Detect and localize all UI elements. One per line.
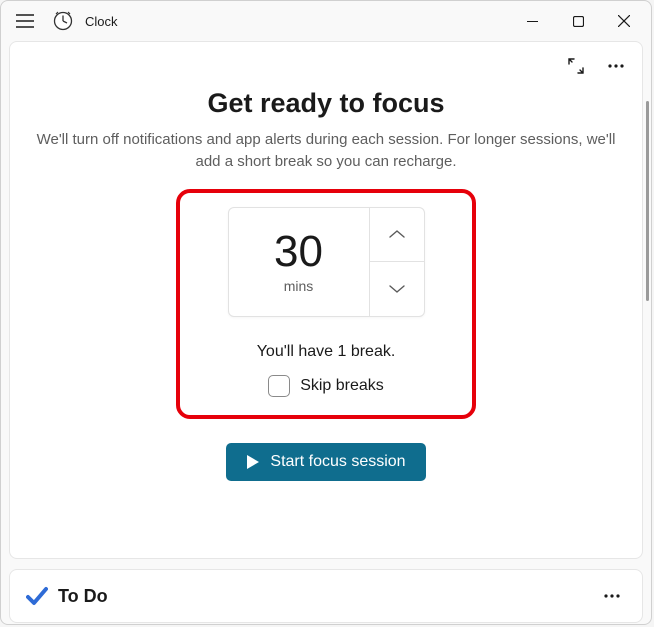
start-focus-session-button[interactable]: Start focus session xyxy=(226,443,425,481)
app-window: Clock xyxy=(0,0,652,625)
duration-highlight-box: 30 mins xyxy=(176,189,476,419)
more-horizontal-icon xyxy=(608,64,624,68)
hamburger-icon xyxy=(16,14,34,28)
focus-description: We'll turn off notifications and app ale… xyxy=(36,129,616,173)
skip-breaks-label: Skip breaks xyxy=(300,377,384,395)
app-title: Clock xyxy=(85,14,118,29)
todo-check-icon xyxy=(26,585,48,607)
todo-more-options-button[interactable] xyxy=(598,582,626,610)
todo-title: To Do xyxy=(58,586,588,607)
scrollbar-thumb[interactable] xyxy=(646,101,649,301)
minimize-icon xyxy=(527,16,538,27)
focus-heading: Get ready to focus xyxy=(207,88,444,119)
more-options-button[interactable] xyxy=(602,52,630,80)
start-button-label: Start focus session xyxy=(270,453,405,471)
duration-stepper: 30 mins xyxy=(228,207,425,317)
clock-app-icon xyxy=(53,11,73,31)
expand-button[interactable] xyxy=(562,52,590,80)
chevron-up-icon xyxy=(388,229,406,239)
duration-unit: mins xyxy=(284,278,314,294)
break-count-text: You'll have 1 break. xyxy=(257,343,396,361)
decrease-duration-button[interactable] xyxy=(370,262,424,316)
duration-display[interactable]: 30 mins xyxy=(229,208,369,316)
duration-value: 30 xyxy=(274,230,323,274)
close-icon xyxy=(618,15,630,27)
more-horizontal-icon xyxy=(604,594,620,598)
skip-breaks-checkbox-row[interactable]: Skip breaks xyxy=(268,375,384,397)
close-button[interactable] xyxy=(601,5,647,37)
minimize-button[interactable] xyxy=(509,5,555,37)
play-icon xyxy=(246,454,260,470)
expand-icon xyxy=(567,57,585,75)
skip-breaks-checkbox[interactable] xyxy=(268,375,290,397)
content-area: Get ready to focus We'll turn off notifi… xyxy=(1,41,651,624)
chevron-down-icon xyxy=(388,284,406,294)
titlebar: Clock xyxy=(1,1,651,41)
window-controls xyxy=(509,5,647,37)
focus-session-card: Get ready to focus We'll turn off notifi… xyxy=(9,41,643,559)
maximize-button[interactable] xyxy=(555,5,601,37)
maximize-icon xyxy=(573,16,584,27)
hamburger-menu-button[interactable] xyxy=(5,1,45,41)
increase-duration-button[interactable] xyxy=(370,208,424,262)
todo-card: To Do xyxy=(9,569,643,623)
